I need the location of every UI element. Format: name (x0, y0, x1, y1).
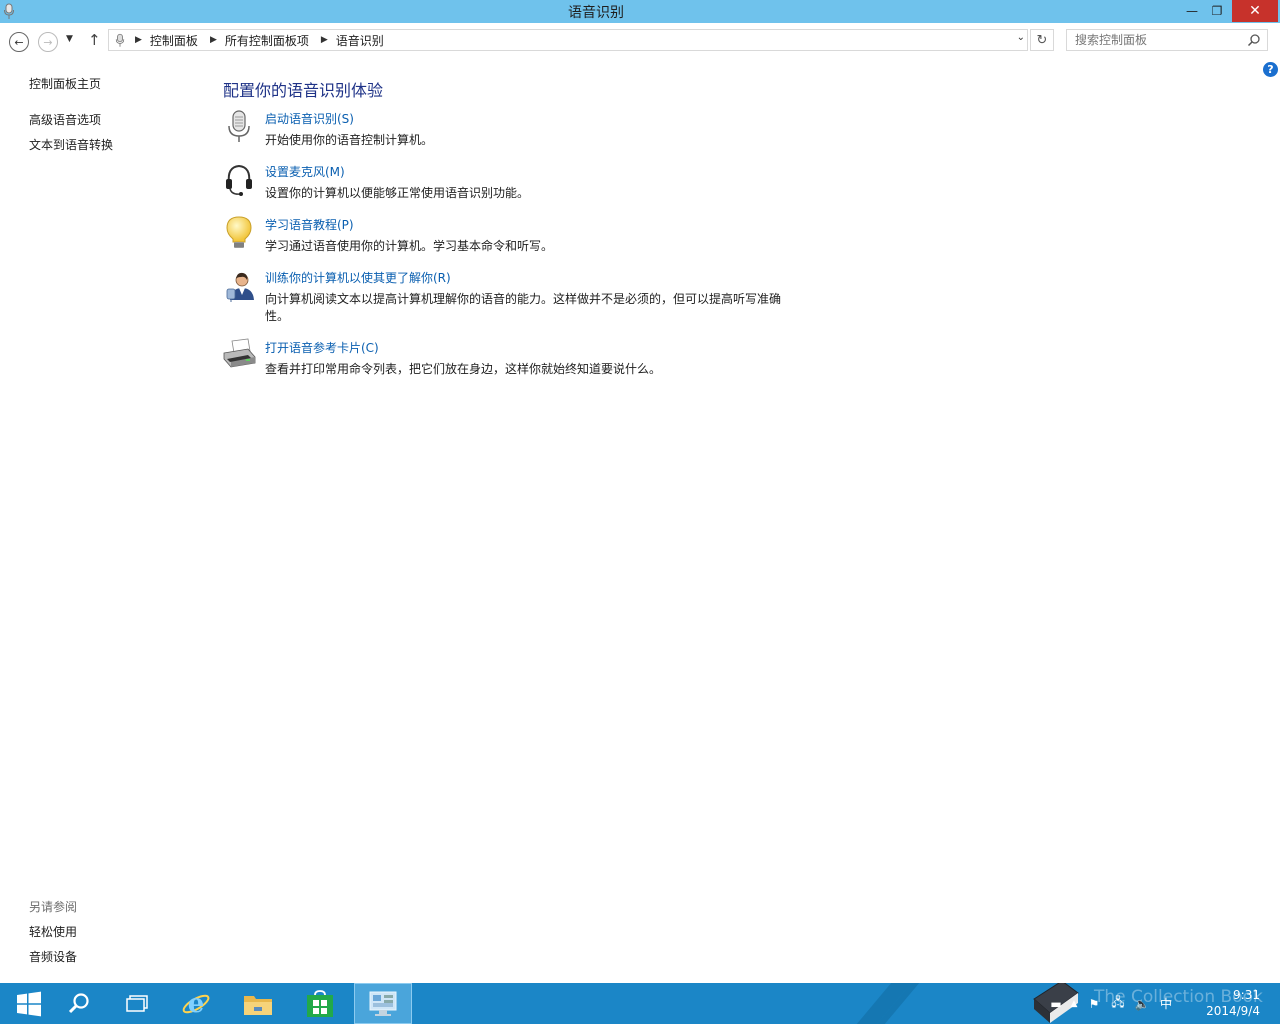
microphone-icon (109, 30, 131, 50)
breadcrumb-speech-recognition[interactable]: 语音识别 (336, 32, 384, 49)
task-description: 设置你的计算机以便能够正常使用语音识别功能。 (265, 186, 530, 200)
task-start-speech-recognition: 启动语音识别(S) 开始使用你的语音控制计算机。 (222, 110, 802, 155)
headset-icon (226, 164, 252, 196)
restore-button[interactable]: ❐ (1206, 0, 1228, 22)
search-box[interactable] (1066, 29, 1268, 51)
system-clock[interactable]: 9:31 2014/9/4 (1196, 987, 1260, 1019)
task-speech-tutorial: 学习语音教程(P) 学习通过语音使用你的计算机。学习基本命令和听写。 (222, 216, 802, 261)
breadcrumb-control-panel[interactable]: 控制面板 (150, 32, 198, 49)
forward-button[interactable]: → (38, 32, 58, 52)
help-icon[interactable]: ? (1263, 62, 1278, 77)
clock-time: 9:31 (1233, 988, 1260, 1002)
task-view-icon (126, 994, 148, 1012)
navigation-bar: ← → ▼ ↑ ▶ 控制面板 ▶ 所有控制面板项 ▶ 语音识别 ⌄ ↻ (0, 23, 1280, 59)
start-speech-recognition-link[interactable]: 启动语音识别(S) (265, 110, 354, 127)
taskbar: e The Collection Book ▬ ▲ ⚑ 🖧 🔈 中 9:31 2… (0, 983, 1280, 1024)
ime-indicator[interactable]: 中 (1154, 995, 1178, 1012)
microphone-icon (228, 110, 250, 142)
back-button[interactable]: ← (9, 32, 29, 52)
train-computer-link[interactable]: 训练你的计算机以使其更了解你(R) (265, 269, 451, 286)
search-icon[interactable] (1247, 33, 1261, 47)
title-bar: 语音识别 — ❐ ✕ (0, 0, 1280, 23)
user-training-icon (226, 272, 254, 302)
task-description: 开始使用你的语音控制计算机。 (265, 133, 434, 147)
arrow-left-icon: ← (14, 35, 24, 49)
internet-explorer-icon: e (182, 989, 210, 1019)
store-icon (307, 989, 333, 1017)
system-tray: ▬ ▲ ⚑ 🖧 🔈 中 (1046, 983, 1178, 1024)
address-dropdown-icon[interactable]: ⌄ (1017, 32, 1025, 43)
speech-tutorial-link[interactable]: 学习语音教程(P) (265, 216, 354, 233)
svg-text:e: e (188, 989, 205, 1019)
window-title: 语音识别 (568, 5, 624, 21)
task-reference-card: 打开语音参考卡片(C) 查看并打印常用命令列表，把它们放在身边，这样你就始终知道… (222, 338, 802, 384)
left-pane: 控制面板主页 高级语音选项 文本到语音转换 另请参阅 轻松使用 音频设备 (0, 59, 210, 983)
lightbulb-icon (226, 216, 252, 248)
control-panel-icon (369, 991, 397, 1016)
chevron-right-icon[interactable]: ▶ (210, 35, 217, 45)
volume-icon[interactable]: 🔈 (1130, 997, 1154, 1011)
address-bar[interactable]: ▶ 控制面板 ▶ 所有控制面板项 ▶ 语音识别 ⌄ (108, 29, 1028, 51)
task-description: 向计算机阅读文本以提高计算机理解你的语音的能力。这样做并不是必须的，但可以提高听… (265, 292, 782, 323)
task-setup-microphone: 设置麦克风(M) 设置你的计算机以便能够正常使用语音识别功能。 (222, 163, 802, 208)
action-center-icon[interactable]: ▬ (1046, 997, 1066, 1011)
search-input[interactable] (1075, 32, 1245, 48)
advanced-speech-options-link[interactable]: 高级语音选项 (29, 111, 101, 128)
taskbar-control-panel[interactable] (354, 983, 412, 1024)
control-panel-home-link[interactable]: 控制面板主页 (29, 75, 101, 92)
taskbar-store[interactable] (291, 983, 349, 1024)
arrow-right-icon: → (43, 35, 53, 49)
flag-icon[interactable]: ⚑ (1082, 997, 1106, 1011)
refresh-button[interactable]: ↻ (1030, 29, 1054, 51)
text-to-speech-link[interactable]: 文本到语音转换 (29, 136, 113, 153)
show-hidden-icons-button[interactable]: ▲ (1066, 999, 1082, 1009)
setup-microphone-link[interactable]: 设置麦克风(M) (265, 163, 345, 180)
taskbar-internet-explorer[interactable]: e (167, 983, 225, 1024)
minimize-button[interactable]: — (1181, 0, 1203, 22)
folder-icon (244, 995, 272, 1015)
task-train-computer: 训练你的计算机以使其更了解你(R) 向计算机阅读文本以提高计算机理解你的语音的能… (222, 269, 802, 329)
page-title: 配置你的语音识别体验 (223, 81, 384, 100)
chevron-right-icon[interactable]: ▶ (321, 35, 328, 45)
task-view-button[interactable] (108, 983, 166, 1024)
network-icon[interactable]: 🖧 (1106, 993, 1130, 1014)
taskbar-file-explorer[interactable] (229, 983, 287, 1024)
taskbar-search-button[interactable] (50, 983, 108, 1024)
task-description: 查看并打印常用命令列表，把它们放在身边，这样你就始终知道要说什么。 (265, 362, 662, 376)
chevron-right-icon[interactable]: ▶ (135, 35, 142, 45)
breadcrumb-all-items[interactable]: 所有控制面板项 (225, 32, 309, 49)
ease-of-access-link[interactable]: 轻松使用 (29, 923, 77, 940)
refresh-icon: ↻ (1036, 32, 1048, 48)
clock-date: 2014/9/4 (1206, 1004, 1260, 1018)
close-button[interactable]: ✕ (1232, 0, 1278, 22)
see-also-heading: 另请参阅 (29, 900, 78, 914)
audio-devices-link[interactable]: 音频设备 (29, 948, 77, 965)
recent-locations-dropdown[interactable]: ▼ (66, 34, 73, 44)
search-icon (68, 992, 89, 1013)
windows-logo-icon (17, 991, 41, 1016)
task-description: 学习通过语音使用你的计算机。学习基本命令和听写。 (265, 239, 554, 253)
printer-icon (223, 338, 256, 368)
reference-card-link[interactable]: 打开语音参考卡片(C) (265, 339, 379, 356)
up-button[interactable]: ↑ (88, 31, 101, 49)
